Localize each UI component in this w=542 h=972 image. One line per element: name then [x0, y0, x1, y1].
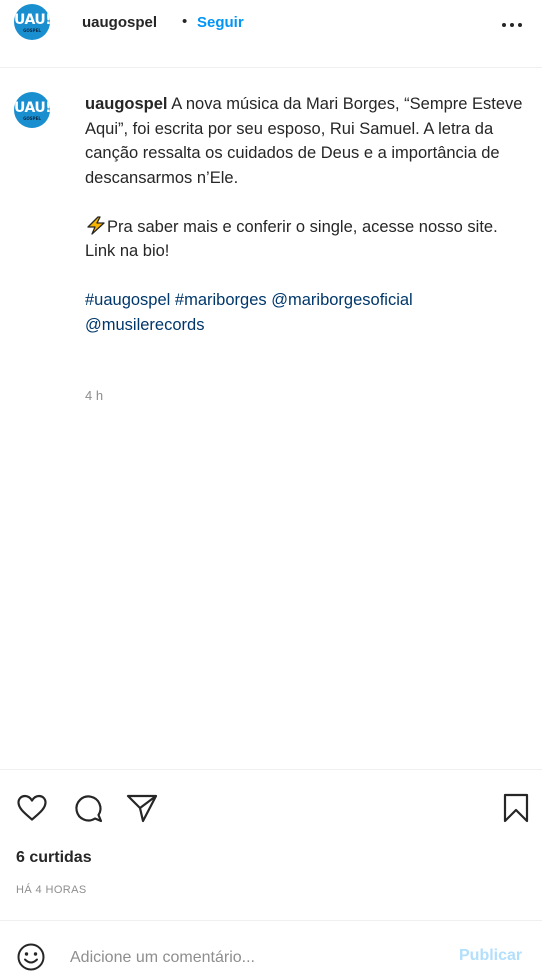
lightning-icon	[87, 215, 105, 235]
emoji-icon	[17, 943, 45, 971]
caption-text-2: Pra saber mais e conferir o single, aces…	[85, 217, 498, 261]
comment-button[interactable]	[71, 791, 105, 825]
post-caption: uaugospel A nova música da Mari Borges, …	[85, 92, 525, 337]
avatar-logo-text: UAU!	[14, 12, 50, 28]
caption-avatar-logo-subtext: GOSPEL	[23, 116, 41, 121]
comment-input[interactable]	[70, 946, 440, 970]
more-icon-dot	[510, 23, 514, 27]
separator-dot: •	[182, 13, 188, 30]
more-options-button[interactable]	[500, 12, 524, 36]
caption-avatar-logo-text: UAU!	[14, 100, 50, 116]
post-timestamp[interactable]: HÁ 4 HORAS	[16, 884, 87, 896]
post-header: UAU! GOSPEL uaugospel • Seguir	[0, 0, 542, 68]
comment-icon	[75, 795, 103, 823]
heart-icon	[17, 794, 47, 821]
hashtag-link[interactable]: #uaugospel	[85, 291, 170, 309]
avatar[interactable]: UAU! GOSPEL	[14, 4, 50, 40]
mention-link[interactable]: @musilerecords	[85, 316, 204, 334]
likes-count[interactable]: 6 curtidas	[16, 849, 92, 867]
divider	[0, 920, 542, 921]
caption-username-link[interactable]: uaugospel	[85, 95, 168, 113]
divider	[0, 769, 542, 770]
caption-avatar[interactable]: UAU! GOSPEL	[14, 92, 50, 128]
more-icon-dot	[518, 23, 522, 27]
hashtag-link[interactable]: #mariborges	[175, 291, 267, 309]
caption-hashtags: #uaugospel #mariborges @mariborgesoficia…	[85, 288, 525, 337]
like-button[interactable]	[15, 791, 49, 825]
caption-paragraph-1: uaugospel A nova música da Mari Borges, …	[85, 92, 525, 190]
caption-time-ago[interactable]: 4 h	[85, 388, 103, 403]
emoji-button[interactable]	[16, 942, 46, 972]
avatar-logo-subtext: GOSPEL	[23, 28, 41, 33]
follow-button[interactable]: Seguir	[197, 14, 244, 31]
mention-link[interactable]: @mariborgesoficial	[271, 291, 412, 309]
share-button[interactable]	[125, 791, 159, 825]
save-button[interactable]	[499, 791, 533, 825]
more-icon	[502, 23, 506, 27]
share-icon	[126, 794, 158, 823]
publish-button[interactable]: Publicar	[459, 947, 522, 965]
username-link[interactable]: uaugospel	[82, 14, 157, 31]
bookmark-icon	[503, 793, 529, 823]
caption-paragraph-2: Pra saber mais e conferir o single, aces…	[85, 215, 525, 264]
